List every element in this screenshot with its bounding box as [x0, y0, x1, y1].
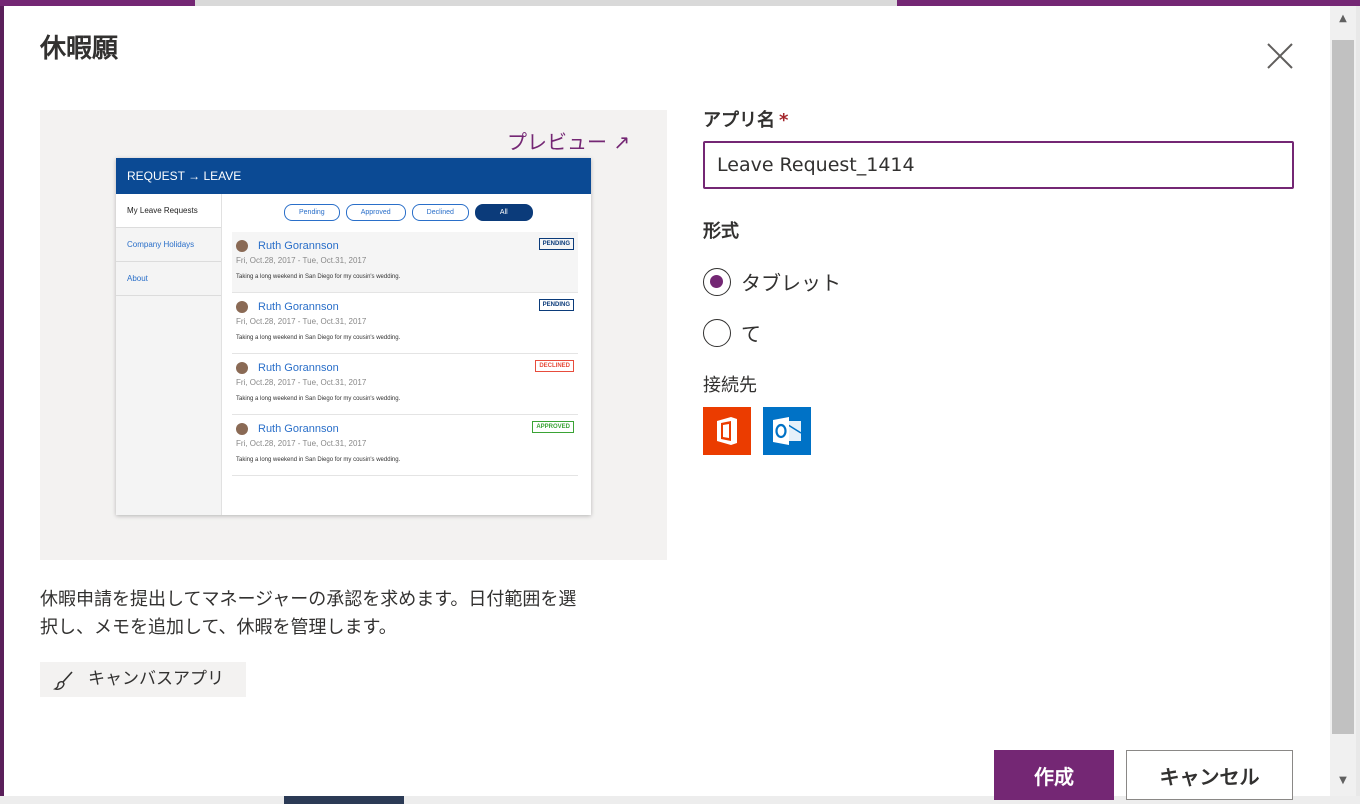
- avatar: [236, 423, 248, 435]
- dialog-title: 休暇願: [40, 34, 119, 64]
- mock-card-dates: Fri, Oct.28, 2017 - Tue, Oct.31, 2017: [236, 256, 367, 265]
- format-label: 形式: [703, 221, 739, 242]
- cancel-button[interactable]: キャンセル: [1126, 750, 1293, 800]
- connections-label: 接続先: [703, 375, 757, 396]
- mock-card-note: Taking a long weekend in San Diego for m…: [236, 396, 401, 402]
- mock-request-card: Ruth Gorannson Fri, Oct.28, 2017 - Tue, …: [232, 293, 578, 354]
- mock-request-card: Ruth Gorannson Fri, Oct.28, 2017 - Tue, …: [232, 354, 578, 415]
- scroll-down-arrow-icon[interactable]: ▼: [1330, 770, 1356, 792]
- format-option-phone[interactable]: て: [703, 318, 761, 347]
- paintbrush-icon: [52, 669, 76, 693]
- scrollbar-thumb[interactable]: [1332, 40, 1354, 734]
- status-badge: PENDING: [538, 299, 574, 311]
- mock-card-name: Ruth Gorannson: [258, 240, 339, 252]
- close-icon[interactable]: [1266, 42, 1294, 70]
- mock-sidebar-item: About: [116, 262, 221, 296]
- format-option-tablet[interactable]: タブレット: [703, 267, 841, 296]
- avatar: [236, 240, 248, 252]
- preview-link[interactable]: プレビュー ↗: [507, 126, 630, 155]
- mock-card-note: Taking a long weekend in San Diego for m…: [236, 335, 401, 341]
- mock-filter-pill: Pending: [284, 204, 340, 221]
- app-name-label-text: アプリ名: [703, 110, 775, 131]
- template-description: 休暇申請を提出してマネージャーの承認を求めます。日付範囲を選択し、メモを追加して…: [40, 589, 577, 638]
- mock-sidebar-item: My Leave Requests: [116, 194, 221, 228]
- mock-app-header: REQUEST → LEAVE: [116, 158, 591, 194]
- format-option-label: タブレット: [741, 271, 841, 295]
- status-badge: PENDING: [538, 238, 574, 250]
- radio-button-checked[interactable]: [703, 267, 731, 296]
- format-option-label: て: [741, 322, 761, 346]
- background-thumbnail: [284, 796, 404, 804]
- mock-sidebar: My Leave Requests Company Holidays About: [116, 194, 222, 515]
- mock-card-dates: Fri, Oct.28, 2017 - Tue, Oct.31, 2017: [236, 317, 367, 326]
- mock-request-card: Ruth Gorannson Fri, Oct.28, 2017 - Tue, …: [232, 232, 578, 293]
- status-badge: DECLINED: [535, 360, 574, 372]
- outlook-icon: [763, 407, 811, 455]
- create-button[interactable]: 作成: [994, 750, 1114, 800]
- mock-card-note: Taking a long weekend in San Diego for m…: [236, 274, 401, 280]
- mock-sidebar-item: Company Holidays: [116, 228, 221, 262]
- mock-card-dates: Fri, Oct.28, 2017 - Tue, Oct.31, 2017: [236, 378, 367, 387]
- office365-icon: [703, 407, 751, 455]
- status-badge: APPROVED: [532, 421, 574, 433]
- mock-card-name: Ruth Gorannson: [258, 362, 339, 374]
- app-name-label: アプリ名 *: [703, 106, 788, 132]
- mock-filter-pill: Declined: [411, 204, 469, 221]
- scroll-up-arrow-icon[interactable]: ▲: [1330, 8, 1356, 30]
- avatar: [236, 362, 248, 374]
- template-preview-image: REQUEST → LEAVE My Leave Requests Compan…: [116, 158, 591, 515]
- mock-card-name: Ruth Gorannson: [258, 301, 339, 313]
- radio-button[interactable]: [703, 318, 731, 347]
- app-name-input[interactable]: [703, 141, 1294, 189]
- mock-filter-pill: Approved: [345, 204, 406, 221]
- mock-filter-pill: All: [474, 204, 533, 221]
- mock-filter-pills: Pending Approved Declined All: [284, 204, 533, 221]
- mock-card-dates: Fri, Oct.28, 2017 - Tue, Oct.31, 2017: [236, 439, 367, 448]
- mock-card-name: Ruth Gorannson: [258, 423, 339, 435]
- required-indicator: *: [779, 110, 789, 131]
- avatar: [236, 301, 248, 313]
- mock-card-note: Taking a long weekend in San Diego for m…: [236, 457, 401, 463]
- app-type-tag-label: キャンバスアプリ: [88, 669, 224, 689]
- mock-request-card: Ruth Gorannson Fri, Oct.28, 2017 - Tue, …: [232, 415, 578, 476]
